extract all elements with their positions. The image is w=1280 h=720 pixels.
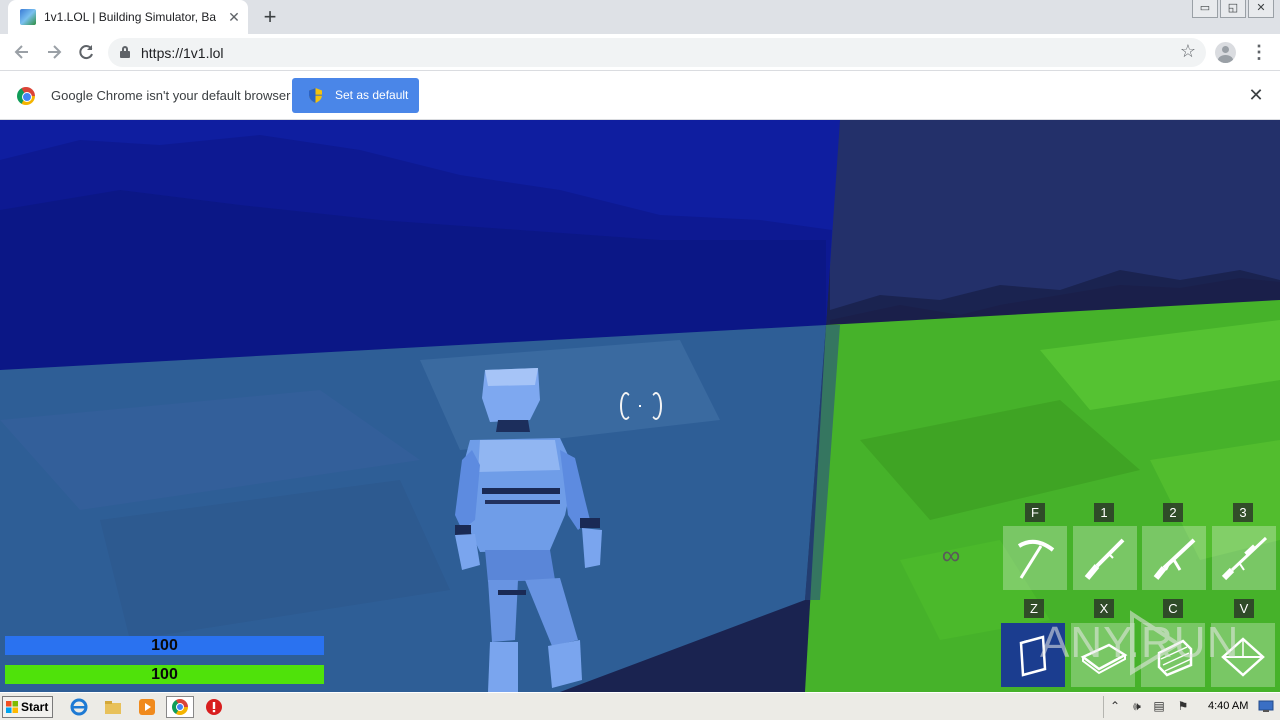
shotgun-icon <box>1084 538 1125 580</box>
media-player-icon[interactable] <box>138 698 156 716</box>
taskbar-clock[interactable]: 4:40 AM <box>1208 700 1248 712</box>
tab-strip: 1v1.LOL | Building Simulator, Battle R ✕… <box>0 0 1280 34</box>
url-text[interactable]: https://1v1.lol <box>141 45 224 61</box>
tray-expand-icon[interactable]: ⌃ <box>1108 699 1122 713</box>
address-bar[interactable]: https://1v1.lol ☆ <box>108 38 1206 67</box>
start-label: Start <box>21 700 49 714</box>
chrome-menu-icon[interactable]: ⋮ <box>1250 42 1268 62</box>
game-viewport[interactable]: ∞ F 1 2 3 Z X C V ANY.RUN 100 100 <box>0 120 1280 692</box>
crosshair <box>620 392 662 422</box>
infobar-close-icon[interactable]: ✕ <box>1246 85 1266 105</box>
restore-button[interactable]: ◱ <box>1220 0 1246 18</box>
hotbar-slot-sniper[interactable] <box>1212 526 1276 590</box>
back-arrow-icon <box>14 45 28 59</box>
watermark-text: ANY.RUN <box>1040 618 1240 667</box>
hotbar-slot-pickaxe[interactable] <box>1003 526 1067 590</box>
bookmark-star-icon[interactable]: ☆ <box>1180 41 1196 62</box>
tab-close-icon[interactable]: ✕ <box>226 9 242 25</box>
tab-title: 1v1.LOL | Building Simulator, Battle R <box>44 10 216 24</box>
uac-shield-icon <box>309 88 322 103</box>
start-button[interactable]: Start <box>2 696 53 718</box>
windows-flag-icon <box>6 701 18 713</box>
browser-toolbar: https://1v1.lol ☆ ⋮ <box>0 34 1280 71</box>
site-favicon-icon <box>20 9 36 25</box>
pickaxe-icon <box>1017 539 1055 579</box>
volume-icon[interactable]: 🕪 <box>1130 699 1144 713</box>
shield-bar: 100 <box>5 636 324 655</box>
hotbar-slot-assault-rifle[interactable] <box>1142 526 1206 590</box>
chrome-taskbar-button[interactable] <box>166 696 194 718</box>
infinite-ammo-icon: ∞ <box>941 540 961 570</box>
window-controls: ▭ ◱ ✕ <box>1190 0 1274 20</box>
windows-taskbar: Start ⌃ 🕪 ▤ ⚑ 4:40 AM <box>0 692 1280 720</box>
new-tab-button[interactable]: + <box>258 5 282 29</box>
default-browser-infobar: Google Chrome isn't your default browser… <box>0 71 1280 120</box>
internet-explorer-icon[interactable] <box>70 698 88 716</box>
chrome-taskbar-icon <box>172 699 188 715</box>
reload-icon <box>79 45 93 60</box>
set-as-default-button[interactable]: Set as default <box>292 78 419 113</box>
profile-avatar-icon[interactable] <box>1215 42 1236 63</box>
health-value: 100 <box>151 666 178 683</box>
infobar-message: Google Chrome isn't your default browser <box>51 88 291 103</box>
health-bar: 100 <box>5 665 324 684</box>
anyrun-watermark: ANY.RUN <box>1040 608 1280 678</box>
hotbar-slot-shotgun[interactable] <box>1073 526 1137 590</box>
stop-alert-icon[interactable] <box>205 698 223 716</box>
lock-icon[interactable] <box>120 46 130 58</box>
show-desktop-icon[interactable] <box>1258 699 1274 713</box>
hotbar-key-1: 1 <box>1094 503 1114 522</box>
shield-value: 100 <box>151 637 178 654</box>
reload-button[interactable] <box>73 39 99 65</box>
hotbar-key-f: F <box>1025 503 1045 522</box>
close-window-button[interactable]: ✕ <box>1248 0 1274 18</box>
set-as-default-label: Set as default <box>335 88 409 102</box>
action-center-flag-icon[interactable]: ⚑ <box>1176 699 1190 713</box>
browser-tab[interactable]: 1v1.LOL | Building Simulator, Battle R ✕ <box>8 0 248 34</box>
sniper-rifle-icon <box>1221 536 1268 581</box>
hotbar-key-2: 2 <box>1163 503 1183 522</box>
assault-rifle-icon <box>1153 538 1196 580</box>
forward-arrow-icon <box>48 45 62 59</box>
chrome-logo-icon <box>17 87 35 105</box>
back-button[interactable] <box>9 39 35 65</box>
hotbar-key-3: 3 <box>1233 503 1253 522</box>
tray-separator <box>1103 696 1104 718</box>
file-explorer-icon[interactable] <box>104 698 122 716</box>
minimize-button[interactable]: ▭ <box>1192 0 1218 18</box>
forward-button[interactable] <box>41 39 67 65</box>
network-icon[interactable]: ▤ <box>1152 699 1166 713</box>
